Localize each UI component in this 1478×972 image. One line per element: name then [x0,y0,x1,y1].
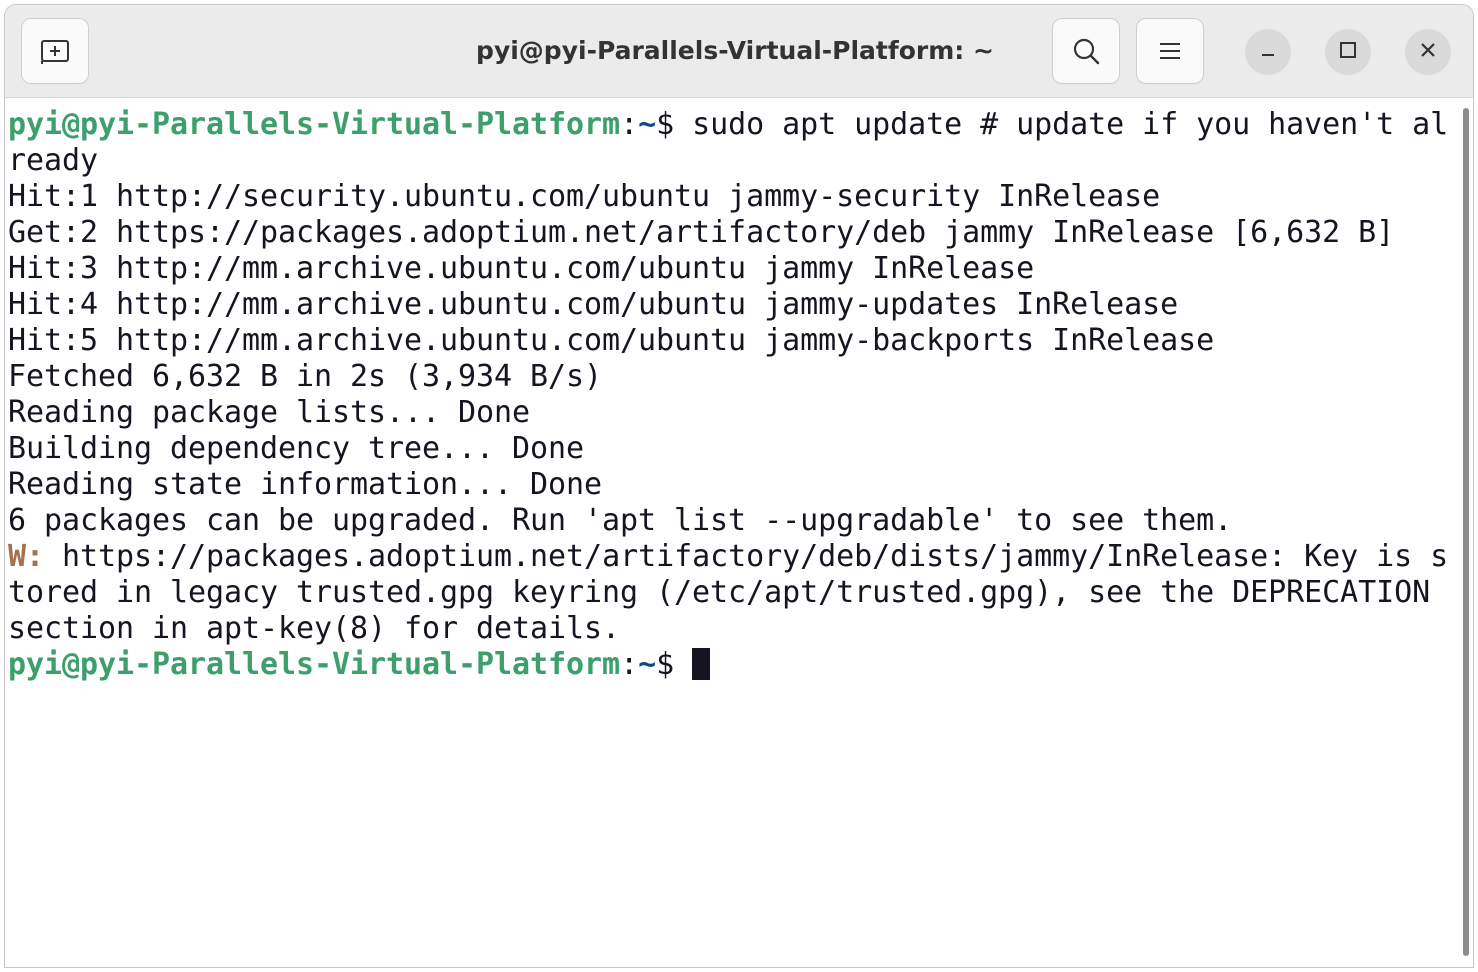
search-icon [1070,35,1102,67]
prompt-separator: : [620,107,639,142]
command-wrap-line: ready [8,143,99,178]
output-line: Hit:4 http://mm.archive.ubuntu.com/ubunt… [8,287,1179,322]
output-line: Hit:1 http://security.ubuntu.com/ubuntu … [8,179,1161,214]
prompt-user-host: pyi@pyi-Parallels-Virtual-Platform [8,107,621,142]
output-line: 6 packages can be upgraded. Run 'apt lis… [8,503,1233,538]
warning-prefix: W: [8,539,45,574]
warning-text: https://packages.adoptium.net/artifactor… [44,539,1449,574]
output-line: Hit:3 http://mm.archive.ubuntu.com/ubunt… [8,251,1035,286]
warning-line: W: https://packages.adoptium.net/artifac… [8,539,1448,575]
prompt-path: ~ [638,647,657,682]
terminal-output[interactable]: pyi@pyi-Parallels-Virtual-Platform:~$ su… [5,98,1459,967]
close-icon [1418,40,1438,65]
prompt-path: ~ [638,107,657,142]
prompt-user-host: pyi@pyi-Parallels-Virtual-Platform [8,647,621,682]
scrollbar-thumb[interactable] [1463,108,1469,956]
current-prompt-line[interactable]: pyi@pyi-Parallels-Virtual-Platform:~$ [8,647,711,683]
maximize-icon [1338,40,1358,65]
command-text: sudo apt update # update if you haven't … [692,107,1449,142]
hamburger-menu-icon [1157,40,1183,62]
output-line: Get:2 https://packages.adoptium.net/arti… [8,215,1395,250]
prompt-symbol: $ [656,107,693,142]
output-line: Reading state information... Done [8,467,603,502]
output-line: Building dependency tree... Done [8,431,585,466]
window-title: pyi@pyi-Parallels-Virtual-Platform: ~ [476,36,994,65]
search-button[interactable] [1052,18,1120,84]
menu-button[interactable] [1136,18,1204,84]
maximize-button[interactable] [1325,29,1371,75]
text-cursor [692,648,711,680]
minimize-icon [1258,40,1278,65]
vertical-scrollbar[interactable] [1459,98,1473,967]
warning-line: tored in legacy trusted.gpg keyring (/et… [8,575,1431,610]
prompt-symbol: $ [656,647,693,682]
prompt-separator: : [620,647,639,682]
command-line: pyi@pyi-Parallels-Virtual-Platform:~$ su… [8,107,1448,143]
minimize-button[interactable] [1245,29,1291,75]
output-line: Reading package lists... Done [8,395,531,430]
terminal-window: pyi@pyi-Parallels-Virtual-Platform: ~ py… [4,4,1474,968]
warning-line: section in apt-key(8) for details. [8,611,621,646]
close-button[interactable] [1405,29,1451,75]
new-tab-button[interactable] [21,18,89,84]
output-line: Hit:5 http://mm.archive.ubuntu.com/ubunt… [8,323,1215,358]
title-bar[interactable]: pyi@pyi-Parallels-Virtual-Platform: ~ [5,5,1473,98]
output-line: Fetched 6,632 B in 2s (3,934 B/s) [8,359,603,394]
new-tab-icon [39,37,71,65]
